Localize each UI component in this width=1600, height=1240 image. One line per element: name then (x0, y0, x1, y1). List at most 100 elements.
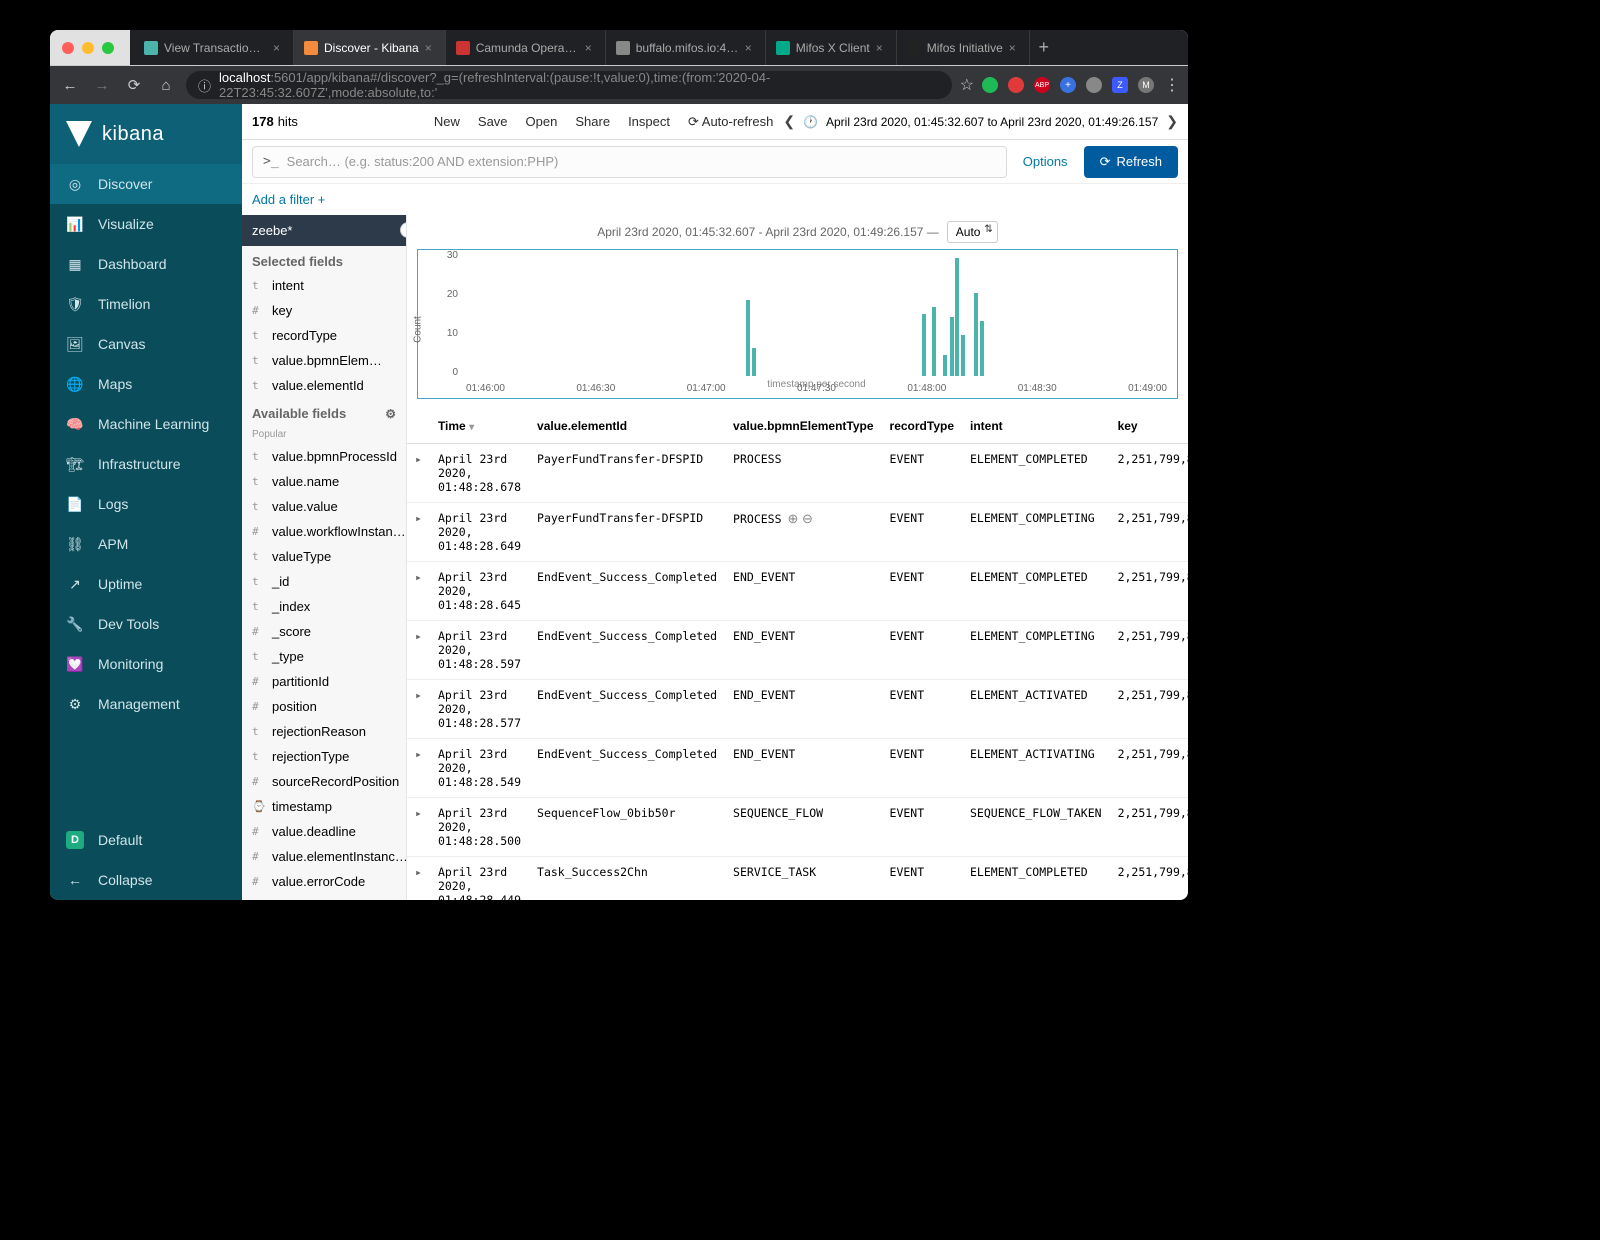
field-item[interactable]: #position (242, 694, 406, 719)
maximize-window-button[interactable] (102, 42, 114, 54)
sidebar-item-timelion[interactable]: 🛡Timelion (50, 284, 242, 324)
table-row[interactable]: ▸ April 23rd 2020, 01:48:28.645 EndEvent… (407, 562, 1188, 621)
new-action[interactable]: New (434, 114, 460, 129)
add-filter-link[interactable]: Add a filter + (252, 192, 325, 207)
extension-icon[interactable]: + (1060, 77, 1076, 93)
histogram-bar[interactable] (950, 317, 954, 376)
field-item[interactable]: ⌚timestamp (242, 794, 406, 819)
home-button[interactable]: ⌂ (154, 77, 178, 94)
sidebar-item-monitoring[interactable]: 💟Monitoring (50, 644, 242, 684)
field-item[interactable]: t_id (242, 569, 406, 594)
sidebar-item-apm[interactable]: ⛓APM (50, 524, 242, 564)
address-bar[interactable]: ⓘ localhost:5601/app/kibana#/discover?_g… (186, 71, 952, 99)
table-row[interactable]: ▸ April 23rd 2020, 01:48:28.649 PayerFun… (407, 503, 1188, 562)
expand-row-button[interactable]: ▸ (407, 857, 430, 901)
time-range-display[interactable]: April 23rd 2020, 01:45:32.607 to April 2… (826, 115, 1158, 129)
field-item[interactable]: #sourceRecordPosition (242, 769, 406, 794)
field-item[interactable]: #value.deadline (242, 819, 406, 844)
sidebar-item-machine-learning[interactable]: 🧠Machine Learning (50, 404, 242, 444)
histogram-chart[interactable]: Count 3020100 timestamp per second 01:46… (417, 249, 1178, 399)
histogram-bar[interactable] (980, 321, 984, 376)
histogram-bar[interactable] (955, 258, 959, 376)
tab-close-icon[interactable]: × (425, 41, 435, 55)
sidebar-collapse[interactable]: ← Collapse (50, 860, 242, 900)
site-info-icon[interactable]: ⓘ (198, 76, 211, 95)
open-action[interactable]: Open (526, 114, 558, 129)
back-button[interactable]: ← (58, 77, 82, 94)
field-item[interactable]: tvalue.bpmnProcessId (242, 444, 406, 469)
field-item[interactable]: trejectionType (242, 744, 406, 769)
time-next-button[interactable]: ❯ (1166, 113, 1178, 130)
inspect-action[interactable]: Inspect (628, 114, 670, 129)
minimize-window-button[interactable] (82, 42, 94, 54)
sidebar-item-dev-tools[interactable]: 🔧Dev Tools (50, 604, 242, 644)
interval-select[interactable]: Auto (947, 221, 998, 243)
histogram-bar[interactable] (752, 348, 756, 376)
expand-row-button[interactable]: ▸ (407, 621, 430, 680)
sidebar-item-management[interactable]: ⚙Management (50, 684, 242, 724)
sidebar-item-logs[interactable]: 📄Logs (50, 484, 242, 524)
table-row[interactable]: ▸ April 23rd 2020, 01:48:28.597 EndEvent… (407, 621, 1188, 680)
column-header[interactable]: key (1110, 409, 1188, 444)
browser-tab[interactable]: buffalo.mifos.io:4200/cu× (606, 30, 766, 65)
profile-avatar[interactable]: M (1138, 77, 1154, 93)
histogram-bar[interactable] (746, 300, 750, 376)
fields-settings-icon[interactable]: ⚙ (385, 407, 396, 421)
close-window-button[interactable] (62, 42, 74, 54)
field-item[interactable]: trecordType (242, 323, 406, 348)
time-prev-button[interactable]: ❮ (783, 113, 795, 130)
index-pattern-selector[interactable]: zeebe* ‹ (242, 215, 406, 246)
field-item[interactable]: tvalue.value (242, 494, 406, 519)
browser-tab[interactable]: Mifos X Client× (766, 30, 897, 65)
tab-close-icon[interactable]: × (876, 41, 886, 55)
table-row[interactable]: ▸ April 23rd 2020, 01:48:28.500 Sequence… (407, 798, 1188, 857)
extension-icon[interactable]: Z (1112, 77, 1128, 93)
extension-icon[interactable] (1008, 77, 1024, 93)
column-header[interactable]: value.bpmnElementType (725, 409, 881, 444)
sidebar-item-canvas[interactable]: 🖼Canvas (50, 324, 242, 364)
table-row[interactable]: ▸ April 23rd 2020, 01:48:28.449 Task_Suc… (407, 857, 1188, 901)
histogram-bar[interactable] (961, 335, 965, 376)
histogram-bar[interactable] (943, 355, 947, 376)
field-item[interactable]: trejectionReason (242, 719, 406, 744)
share-action[interactable]: Share (575, 114, 610, 129)
kibana-logo[interactable]: kibana (50, 104, 242, 164)
column-header[interactable]: intent (962, 409, 1110, 444)
column-header[interactable]: recordType (882, 409, 962, 444)
reload-button[interactable]: ⟳ (122, 76, 146, 94)
chrome-menu-icon[interactable]: ⋮ (1164, 75, 1180, 95)
table-row[interactable]: ▸ April 23rd 2020, 01:48:28.549 EndEvent… (407, 739, 1188, 798)
field-item[interactable]: tvalue.elementId (242, 373, 406, 398)
browser-tab[interactable]: Discover - Kibana× (294, 30, 446, 65)
sidebar-item-uptime[interactable]: ↗Uptime (50, 564, 242, 604)
forward-button[interactable]: → (90, 77, 114, 94)
histogram-bar[interactable] (932, 307, 936, 376)
table-row[interactable]: ▸ April 23rd 2020, 01:48:28.577 EndEvent… (407, 680, 1188, 739)
field-item[interactable]: #_score (242, 619, 406, 644)
search-options-link[interactable]: Options (1015, 154, 1076, 169)
expand-row-button[interactable]: ▸ (407, 562, 430, 621)
field-item[interactable]: #value.elementInstanc… (242, 844, 406, 869)
sidebar-item-dashboard[interactable]: ▦Dashboard (50, 244, 242, 284)
sidebar-item-visualize[interactable]: 📊Visualize (50, 204, 242, 244)
bookmark-star-icon[interactable]: ☆ (960, 75, 974, 95)
expand-row-button[interactable]: ▸ (407, 444, 430, 503)
collapse-fields-button[interactable]: ‹ (400, 222, 407, 238)
browser-tab[interactable]: Mifos Initiative× (897, 30, 1030, 65)
field-item[interactable]: #key (242, 298, 406, 323)
field-item[interactable]: tintent (242, 273, 406, 298)
field-item[interactable]: #value.errorCode (242, 869, 406, 894)
field-item[interactable]: tvalueType (242, 544, 406, 569)
field-item[interactable]: #partitionId (242, 669, 406, 694)
column-header[interactable]: Time ▾ (430, 409, 529, 444)
save-action[interactable]: Save (478, 114, 508, 129)
histogram-bar[interactable] (922, 314, 926, 376)
search-input[interactable]: >_ Search… (e.g. status:200 AND extensio… (252, 146, 1007, 178)
expand-row-button[interactable]: ▸ (407, 503, 430, 562)
expand-row-button[interactable]: ▸ (407, 680, 430, 739)
extension-icon[interactable] (1086, 77, 1102, 93)
table-row[interactable]: ▸ April 23rd 2020, 01:48:28.678 PayerFun… (407, 444, 1188, 503)
new-tab-button[interactable]: + (1030, 30, 1058, 65)
tab-close-icon[interactable]: × (745, 41, 755, 55)
sidebar-item-infrastructure[interactable]: 🏗Infrastructure (50, 444, 242, 484)
